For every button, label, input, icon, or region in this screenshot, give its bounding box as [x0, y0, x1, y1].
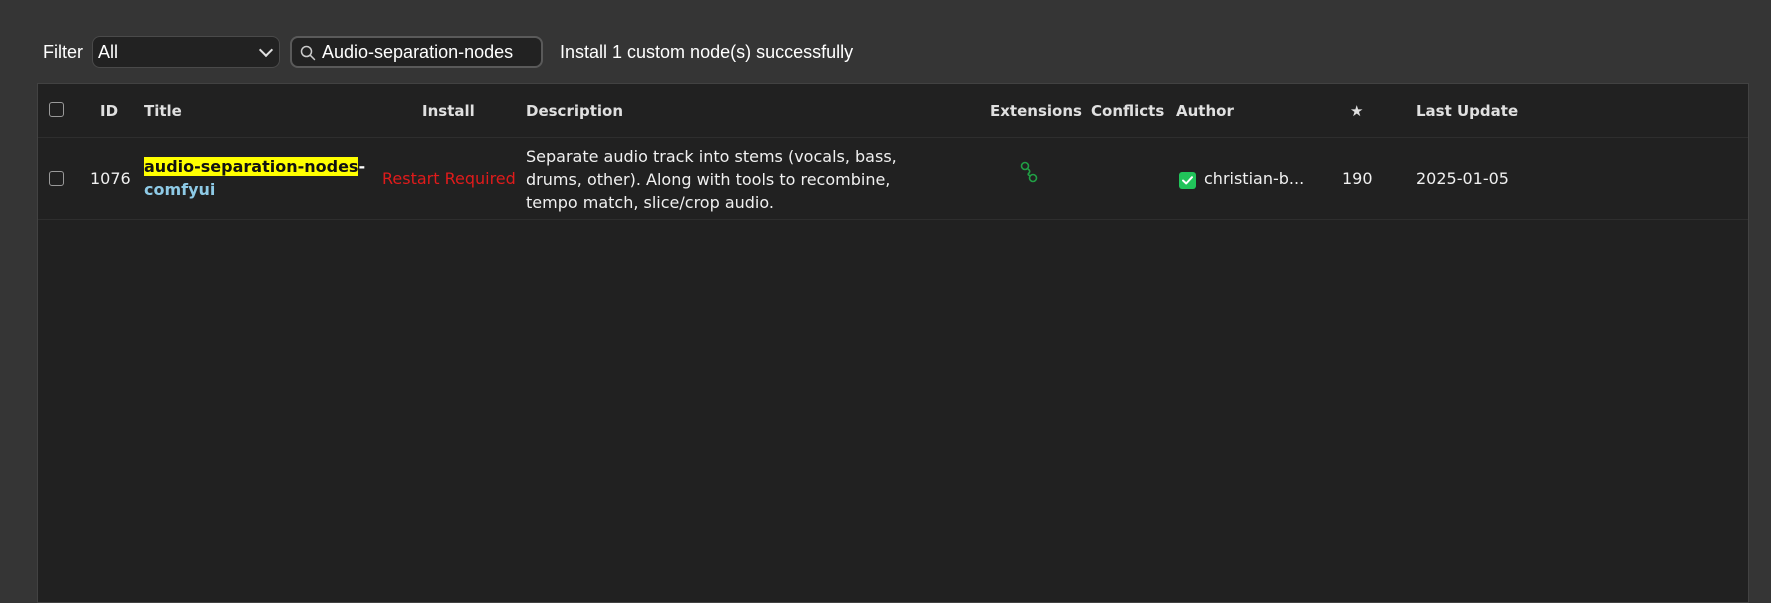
check-badge-icon: [1179, 172, 1196, 189]
title-highlight: audio-separation-nodes: [144, 157, 359, 176]
filter-select-value: All: [98, 42, 119, 62]
chevron-down-icon: [258, 42, 274, 58]
node-stars: 190: [1342, 169, 1373, 188]
title-line2: comfyui: [144, 180, 216, 199]
column-header-stars[interactable]: ★: [1350, 102, 1363, 120]
node-author[interactable]: christian-b...: [1204, 169, 1304, 188]
node-title-link[interactable]: audio-separation-nodes- comfyui: [144, 155, 365, 201]
column-header-extensions[interactable]: Extensions: [990, 102, 1082, 120]
column-header-id[interactable]: ID: [100, 102, 118, 120]
column-header-author[interactable]: Author: [1176, 102, 1234, 120]
column-header-conflicts[interactable]: Conflicts: [1091, 102, 1164, 120]
extension-nodes-icon[interactable]: [1019, 161, 1039, 183]
select-all-checkbox[interactable]: [49, 102, 64, 117]
install-status[interactable]: Restart Required: [382, 169, 516, 188]
node-id: 1076: [90, 169, 131, 188]
node-description: Separate audio track into stems (vocals,…: [526, 147, 897, 212]
column-header-title[interactable]: Title: [144, 102, 182, 120]
table-row[interactable]: 1076 audio-separation-nodes- comfyui Res…: [38, 137, 1748, 220]
custom-nodes-table: ID Title Install Description Extensions …: [37, 83, 1749, 603]
filter-select[interactable]: All: [92, 36, 280, 68]
table-header: ID Title Install Description Extensions …: [38, 84, 1748, 138]
title-rest: -: [358, 157, 366, 176]
status-message: Install 1 custom node(s) successfully: [560, 42, 854, 62]
search-input[interactable]: Audio-separation-nodes: [290, 36, 543, 68]
search-input-value: Audio-separation-nodes: [322, 42, 514, 62]
node-last-update: 2025-01-05: [1416, 169, 1509, 188]
filter-label: Filter: [43, 42, 83, 62]
column-header-install[interactable]: Install: [422, 102, 475, 120]
column-header-last-update[interactable]: Last Update: [1416, 102, 1518, 120]
row-select-checkbox[interactable]: [49, 171, 64, 186]
column-header-description[interactable]: Description: [526, 102, 623, 120]
search-icon: [300, 45, 316, 61]
